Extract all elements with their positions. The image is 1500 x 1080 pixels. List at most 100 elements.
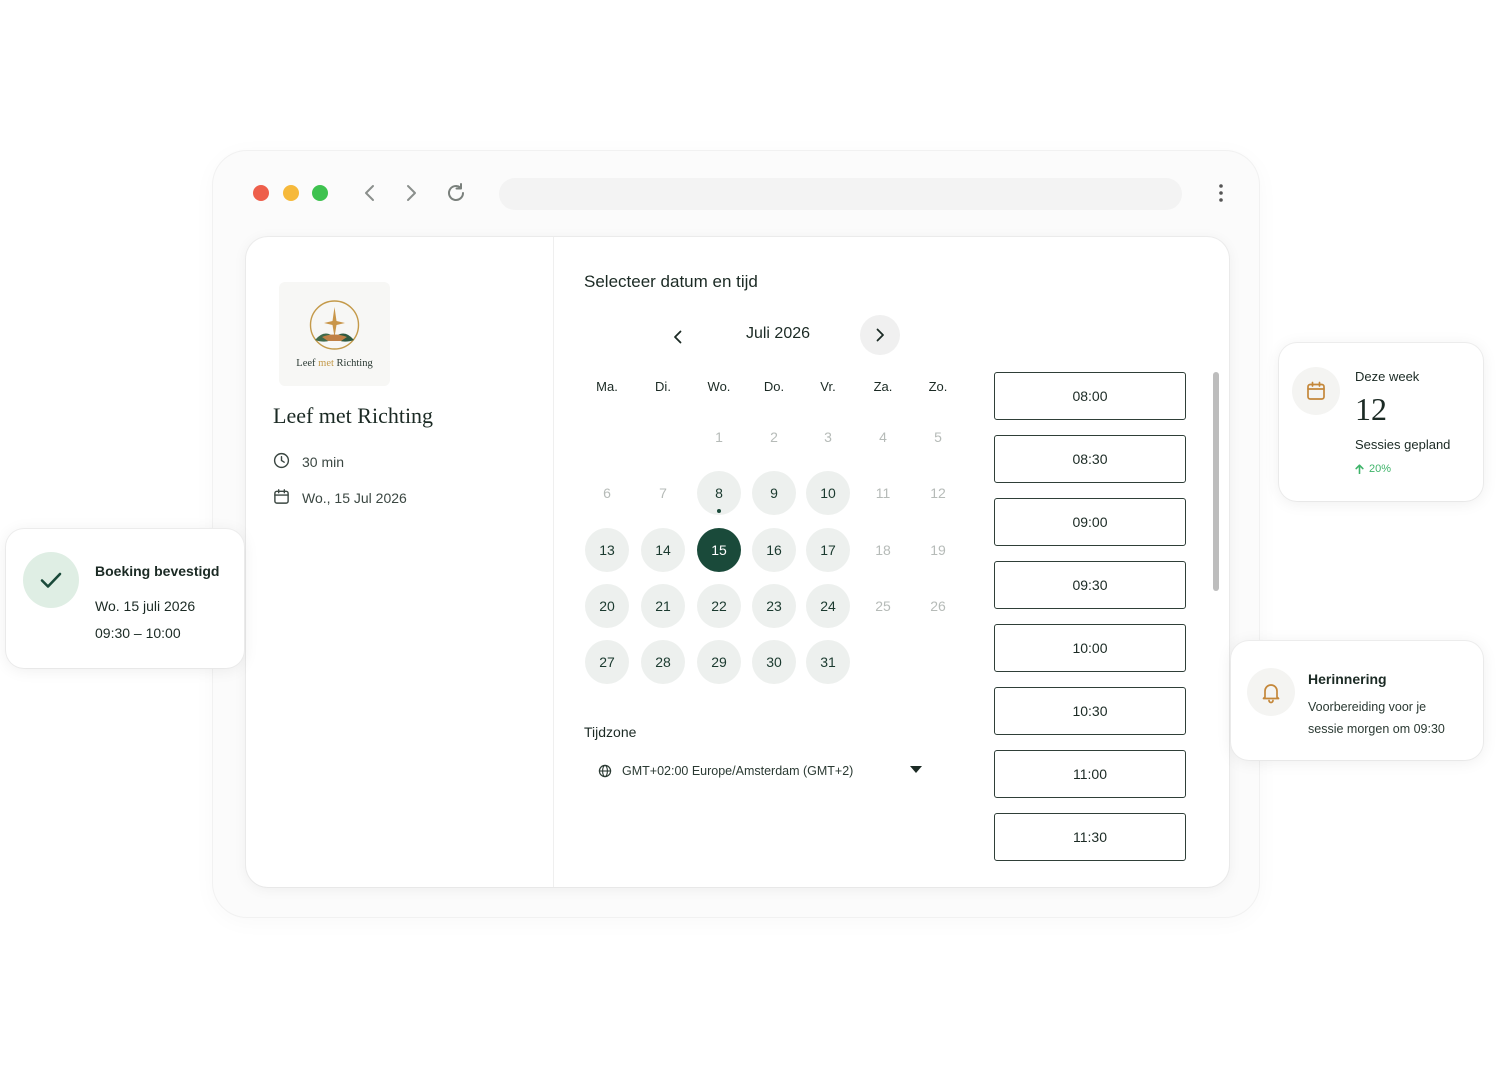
day-cell-available[interactable]: 28 <box>641 640 685 684</box>
day-cell-unavailable: 6 <box>603 485 611 501</box>
stat-subtitle: Sessies gepland <box>1355 437 1451 452</box>
weekday-label: Vr. <box>820 379 836 394</box>
duration-text: 30 min <box>302 454 345 470</box>
day-cell-unavailable: 19 <box>930 542 946 558</box>
day-cell-available[interactable]: 30 <box>752 640 796 684</box>
day-cell-unavailable: 3 <box>824 429 832 445</box>
day-cell-unavailable: 2 <box>770 429 778 445</box>
day-cell-available[interactable]: 23 <box>752 584 796 628</box>
day-cell-available[interactable]: 9 <box>752 471 796 515</box>
check-icon <box>40 572 62 588</box>
day-cell-unavailable: 11 <box>875 485 891 501</box>
clock-icon <box>273 452 290 472</box>
logo-word: Leef <box>296 358 316 369</box>
minimize-dot[interactable] <box>283 185 299 201</box>
day-cell-available[interactable]: 16 <box>752 528 796 572</box>
day-cell-unavailable: 18 <box>875 542 891 558</box>
time-slot-button[interactable]: 09:00 <box>994 498 1186 546</box>
chevron-right-icon <box>876 328 884 342</box>
day-cell-available[interactable]: 17 <box>806 528 850 572</box>
time-slot-button[interactable]: 08:30 <box>994 435 1186 483</box>
time-slot-button[interactable]: 09:30 <box>994 561 1186 609</box>
caret-down-icon <box>910 766 922 773</box>
weekday-label: Di. <box>655 379 671 394</box>
timezone-value: GMT+02:00 Europe/Amsterdam (GMT+2) <box>622 764 854 778</box>
logo-word: Richting <box>336 358 373 369</box>
booking-card: Leef met Richting Leef met Richting 30 m… <box>246 237 1229 887</box>
trend-value: 20% <box>1369 463 1392 475</box>
day-cell-unavailable: 12 <box>930 485 946 501</box>
day-cell-available[interactable]: 21 <box>641 584 685 628</box>
day-cell-unavailable: 4 <box>879 429 887 445</box>
prev-month-button[interactable] <box>658 317 698 357</box>
reminder-icon-badge <box>1247 668 1295 716</box>
toast-time: 09:30 – 10:00 <box>95 625 181 641</box>
toast-title: Boeking bevestigd <box>95 563 220 579</box>
time-slot-button[interactable]: 11:00 <box>994 750 1186 798</box>
time-slot-button[interactable]: 08:00 <box>994 372 1186 420</box>
bell-icon <box>1262 684 1280 704</box>
logo-word-accent: met <box>318 358 334 369</box>
success-badge <box>23 552 79 608</box>
day-cell-available[interactable]: 31 <box>806 640 850 684</box>
day-cell-available[interactable]: 24 <box>806 584 850 628</box>
toast-date: Wo. 15 juli 2026 <box>95 598 196 614</box>
reminder-text: sessie morgen om 09:30 <box>1308 722 1445 736</box>
day-cell-selected[interactable]: 15 <box>697 528 741 572</box>
calendar-icon <box>1307 381 1325 400</box>
weekday-label: Wo. <box>707 379 731 394</box>
selected-date-text: Wo., 15 Jul 2026 <box>302 490 407 506</box>
day-cell-unavailable: 25 <box>875 598 891 614</box>
time-slot-button[interactable]: 11:30 <box>994 813 1186 861</box>
weekday-label: Za. <box>873 379 893 394</box>
weekday-label: Do. <box>763 379 785 394</box>
reminder-title: Herinnering <box>1308 671 1387 687</box>
timezone-label: Tijdzone <box>584 724 637 740</box>
time-slot-button[interactable]: 10:00 <box>994 624 1186 672</box>
slot-scrollbar[interactable] <box>1213 372 1219 591</box>
panel-divider <box>553 237 554 887</box>
weekday-label: Zo. <box>928 379 948 394</box>
day-cell-available[interactable]: 10 <box>806 471 850 515</box>
globe-icon <box>598 764 612 778</box>
day-cell-unavailable: 26 <box>930 598 946 614</box>
stat-value: 12 <box>1355 391 1387 427</box>
day-cell-unavailable: 7 <box>659 485 667 501</box>
day-cell-unavailable: 1 <box>715 429 723 445</box>
org-logo: Leef met Richting <box>279 282 390 386</box>
stat-trend: 20% <box>1355 463 1391 475</box>
reminder-text: Voorbereiding voor je <box>1308 700 1427 714</box>
arrow-up-icon <box>1355 464 1364 474</box>
day-cell-unavailable: 5 <box>934 429 942 445</box>
time-slot-button[interactable]: 10:30 <box>994 687 1186 735</box>
timezone-select[interactable]: GMT+02:00 Europe/Amsterdam (GMT+2) <box>598 761 922 781</box>
kebab-menu-icon[interactable] <box>1209 181 1233 205</box>
section-title: Selecteer datum en tijd <box>584 272 758 291</box>
chevron-left-icon[interactable] <box>358 181 382 205</box>
close-dot[interactable] <box>253 185 269 201</box>
day-cell-available[interactable]: 13 <box>585 528 629 572</box>
calendar-icon <box>273 488 290 508</box>
duration-row: 30 min <box>273 452 344 472</box>
day-cell-available[interactable]: 22 <box>697 584 741 628</box>
day-cell-available[interactable]: 29 <box>697 640 741 684</box>
today-indicator <box>717 509 721 513</box>
day-cell-available[interactable]: 20 <box>585 584 629 628</box>
chevron-right-icon[interactable] <box>399 181 423 205</box>
reminder-card: Herinnering Voorbereiding voor je sessie… <box>1231 641 1483 760</box>
maximize-dot[interactable] <box>312 185 328 201</box>
day-cell-available[interactable]: 27 <box>585 640 629 684</box>
date-row: Wo., 15 Jul 2026 <box>273 488 407 508</box>
month-label: Juli 2026 <box>745 325 811 342</box>
address-bar[interactable] <box>499 178 1182 210</box>
booking-confirmed-toast: Boeking bevestigd Wo. 15 juli 2026 09:30… <box>6 529 244 668</box>
day-cell-available[interactable]: 14 <box>641 528 685 572</box>
stat-label: Deze week <box>1355 369 1420 384</box>
stat-icon-badge <box>1292 367 1340 415</box>
next-month-button[interactable] <box>860 315 900 355</box>
chevron-left-icon <box>674 330 682 344</box>
logo-wordmark: Leef met Richting <box>279 358 390 369</box>
reload-icon[interactable] <box>444 181 468 205</box>
logo-emblem-icon <box>309 300 360 350</box>
org-name: Leef met Richting <box>273 403 434 428</box>
